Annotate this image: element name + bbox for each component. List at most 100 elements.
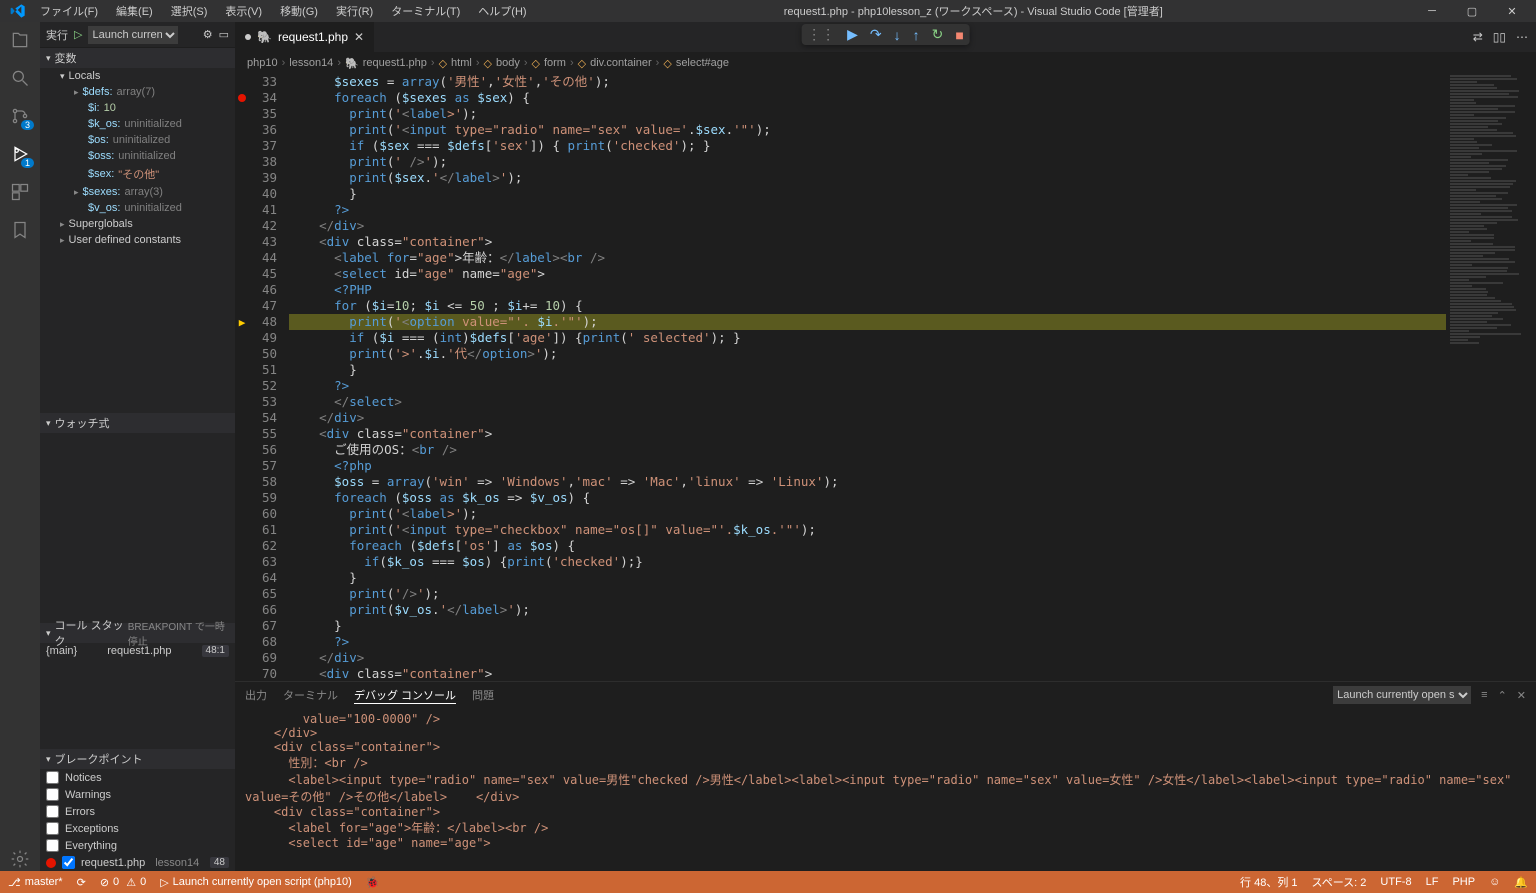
panel-tab-terminal[interactable]: ターミナル	[283, 687, 338, 703]
var-sexes[interactable]: ▸$sexes: array(3)	[40, 184, 235, 200]
step-over-icon[interactable]: ↷	[870, 26, 882, 43]
menu-go[interactable]: 移動(G)	[272, 0, 326, 22]
tab-request1[interactable]: 🐘 request1.php ✕	[235, 22, 375, 52]
indent-status[interactable]: スペース: 2	[1312, 874, 1367, 890]
eol-status[interactable]: LF	[1426, 874, 1439, 890]
bookmark-icon[interactable]	[8, 218, 32, 242]
var-v-os[interactable]: $v_os: uninitialized	[40, 200, 235, 216]
extensions-icon[interactable]	[8, 180, 32, 204]
debug-run-bar: 実行 ▷ Launch currently o ⚙ ▭	[40, 22, 235, 48]
close-tab-icon[interactable]: ✕	[354, 30, 364, 44]
window-title: request1.php - php10lesson_z (ワークスペース) -…	[535, 3, 1412, 19]
php-file-icon: 🐘	[257, 30, 272, 44]
var-os[interactable]: $os: uninitialized	[40, 132, 235, 148]
bp-notices[interactable]: Notices	[40, 769, 235, 786]
explorer-icon[interactable]	[8, 28, 32, 52]
var-k-os[interactable]: $k_os: uninitialized	[40, 116, 235, 132]
stop-icon[interactable]: ■	[955, 27, 963, 43]
drag-handle-icon[interactable]: ⋮⋮	[807, 26, 835, 43]
code-content[interactable]: $sexes = array('男性','女性','その他'); foreach…	[289, 74, 1446, 681]
var-oss[interactable]: $oss: uninitialized	[40, 148, 235, 164]
bp-warnings[interactable]: Warnings	[40, 786, 235, 803]
panel-tabs: 出力 ターミナル デバッグ コンソール 問題 Launch currently …	[235, 682, 1536, 708]
menu-view[interactable]: 表示(V)	[217, 0, 270, 22]
branch-status[interactable]: ⎇ master*	[8, 876, 63, 889]
filter-icon[interactable]: ≡	[1481, 689, 1487, 701]
bp-errors[interactable]: Errors	[40, 803, 235, 820]
userconst-node[interactable]: ▸User defined constants	[40, 232, 235, 248]
continue-icon[interactable]: ▶	[847, 26, 858, 43]
var-sex[interactable]: $sex: "その他"	[40, 164, 235, 184]
search-icon[interactable]	[8, 66, 32, 90]
panel-tab-debug-console[interactable]: デバッグ コンソール	[354, 687, 456, 704]
callstack-frame[interactable]: {main} request1.php 48:1	[40, 643, 235, 659]
menu-terminal[interactable]: ターミナル(T)	[383, 0, 468, 22]
feedback-icon[interactable]: ☺	[1489, 874, 1500, 890]
cursor-position[interactable]: 行 48、列 1	[1240, 874, 1297, 890]
menu-bar: ファイル(F) 編集(E) 選択(S) 表示(V) 移動(G) 実行(R) ター…	[32, 0, 535, 22]
menu-edit[interactable]: 編集(E)	[108, 0, 161, 22]
notifications-icon[interactable]: 🔔	[1514, 874, 1528, 890]
debug-views-icon[interactable]: ▭	[219, 28, 229, 41]
var-i[interactable]: $i: 10	[40, 100, 235, 116]
bp-everything[interactable]: Everything	[40, 837, 235, 854]
watch-header[interactable]: ▾ウォッチ式	[40, 413, 235, 433]
menu-run[interactable]: 実行(R)	[328, 0, 381, 22]
run-label: 実行	[46, 27, 68, 43]
vscode-logo-icon	[10, 3, 26, 19]
editor-area: ⋮⋮ ▶ ↷ ↓ ↑ ↻ ■ 🐘 request1.php ✕ ⇄ ▯▯ ⋯ p…	[235, 22, 1536, 871]
window-controls: ─ ▢ ✕	[1412, 0, 1532, 22]
debug-config-select[interactable]: Launch currently o	[88, 26, 178, 44]
encoding-status[interactable]: UTF-8	[1380, 874, 1411, 890]
panel-tab-problems[interactable]: 問題	[472, 687, 494, 703]
code-editor[interactable]: ▶ 33343536373839404142434445464748495051…	[235, 74, 1536, 681]
activity-bar: 3 1	[0, 22, 40, 871]
step-into-icon[interactable]: ↓	[894, 27, 901, 43]
scm-icon[interactable]: 3	[8, 104, 32, 128]
debug-status[interactable]: ▷ Launch currently open script (php10)	[160, 876, 352, 889]
panel-close-icon[interactable]: ✕	[1517, 689, 1526, 702]
panel-tab-output[interactable]: 出力	[245, 687, 267, 703]
menu-selection[interactable]: 選択(S)	[163, 0, 216, 22]
bp-exceptions[interactable]: Exceptions	[40, 820, 235, 837]
bp-file[interactable]: request1.phplesson1448	[40, 854, 235, 871]
panel-launcher-select[interactable]: Launch currently open s	[1333, 686, 1471, 704]
modified-dot-icon	[245, 34, 251, 40]
step-out-icon[interactable]: ↑	[913, 27, 920, 43]
compare-icon[interactable]: ⇄	[1473, 30, 1483, 44]
sync-status[interactable]: ⟳	[77, 876, 86, 889]
callstack-header[interactable]: ▾コール スタックBREAKPOINT で一時停止	[40, 623, 235, 643]
menu-file[interactable]: ファイル(F)	[32, 0, 106, 22]
split-icon[interactable]: ▯▯	[1493, 30, 1506, 44]
var-defs[interactable]: ▸$defs: array(7)	[40, 84, 235, 100]
debug-console-output[interactable]: value="100-0000" /> </div> <div class="c…	[235, 708, 1536, 871]
settings-icon[interactable]	[8, 847, 32, 871]
start-debug-icon[interactable]: ▷	[74, 28, 82, 41]
language-status[interactable]: PHP	[1452, 874, 1475, 890]
debug-toolbar: ⋮⋮ ▶ ↷ ↓ ↑ ↻ ■	[801, 24, 970, 45]
debug-icon[interactable]: 1	[8, 142, 32, 166]
tab-label: request1.php	[278, 30, 348, 44]
variables-header[interactable]: ▾変数	[40, 48, 235, 68]
breakpoints-header[interactable]: ▾ブレークポイント	[40, 749, 235, 769]
clear-icon[interactable]: ⌃	[1498, 689, 1507, 702]
minimap[interactable]	[1446, 74, 1536, 681]
bottom-panel: 出力 ターミナル デバッグ コンソール 問題 Launch currently …	[235, 681, 1536, 871]
breadcrumbs[interactable]: php10› lesson14› 🐘request1.php› ◇html› ◇…	[235, 52, 1536, 74]
debug-sidebar: 実行 ▷ Launch currently o ⚙ ▭ ▾変数 ▾Locals …	[40, 22, 235, 871]
minimize-icon[interactable]: ─	[1412, 0, 1452, 22]
restart-icon[interactable]: ↻	[932, 26, 944, 43]
menu-help[interactable]: ヘルプ(H)	[470, 0, 534, 22]
locals-node[interactable]: ▾Locals	[40, 68, 235, 84]
problems-status[interactable]: ⊘ 0 ⚠ 0	[100, 876, 146, 889]
maximize-icon[interactable]: ▢	[1452, 0, 1492, 22]
close-icon[interactable]: ✕	[1492, 0, 1532, 22]
title-bar: ファイル(F) 編集(E) 選択(S) 表示(V) 移動(G) 実行(R) ター…	[0, 0, 1536, 22]
line-number-gutter: 3334353637383940414243444546474849505152…	[249, 74, 289, 681]
gear-icon[interactable]: ⚙	[203, 28, 213, 41]
debug-indicator-icon[interactable]: 🐞	[366, 876, 380, 889]
breakpoint-gutter[interactable]: ▶	[235, 74, 249, 681]
more-icon[interactable]: ⋯	[1516, 30, 1528, 44]
status-bar: ⎇ master* ⟳ ⊘ 0 ⚠ 0 ▷ Launch currently o…	[0, 871, 1536, 893]
superglobals-node[interactable]: ▸Superglobals	[40, 216, 235, 232]
